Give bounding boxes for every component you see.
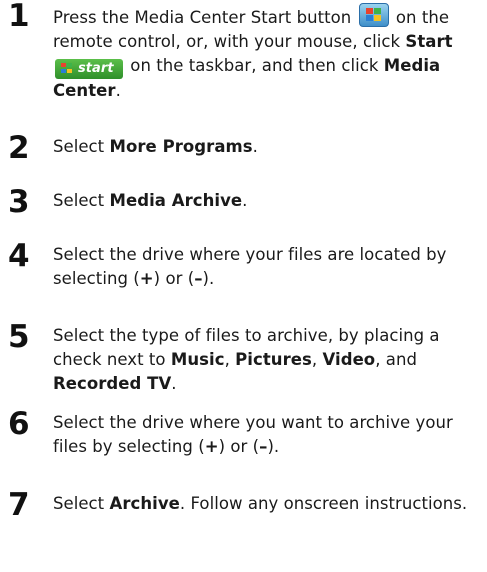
- flag-pane: [365, 8, 373, 14]
- flag-pane: [61, 69, 66, 73]
- step-text: Select Archive. Follow any onscreen inst…: [53, 492, 483, 516]
- bold-term: Pictures: [235, 350, 312, 369]
- step-number: 1: [8, 0, 30, 34]
- bold-term: Music: [170, 350, 225, 369]
- bold-term: Video: [322, 350, 376, 369]
- step-text: Select More Programs.: [53, 135, 483, 159]
- text-run: ).: [202, 269, 215, 288]
- bold-term: Recorded TV: [53, 374, 172, 393]
- text-run: Select: [53, 137, 110, 156]
- text-run: ).: [267, 437, 280, 456]
- step-number: 4: [8, 238, 30, 274]
- flag-pane: [365, 15, 373, 21]
- text-run: Press the Media Center Start button: [53, 8, 357, 27]
- bold-term: More Programs: [109, 137, 253, 156]
- text-run: .: [252, 137, 258, 156]
- bold-term: Archive: [109, 494, 180, 513]
- step-text: Select the type of files to archive, by …: [53, 324, 483, 396]
- bold-term: +: [204, 437, 219, 456]
- step-number: 7: [8, 487, 30, 523]
- step-text: Select the drive where you want to archi…: [53, 411, 483, 459]
- text-run: ,: [224, 350, 236, 369]
- start-button-icon: start: [55, 58, 123, 79]
- text-run: Select the drive where your files are lo…: [53, 245, 447, 288]
- text-run: Select: [53, 191, 110, 210]
- bold-term: –: [194, 269, 203, 288]
- flag-pane: [373, 8, 381, 14]
- step-number: 3: [8, 184, 30, 220]
- text-run: .: [242, 191, 248, 210]
- bold-term: Media Archive: [109, 191, 243, 210]
- step-text: Select Media Archive.: [53, 189, 483, 213]
- text-run: ) or (: [218, 437, 260, 456]
- text-run: Select: [53, 494, 110, 513]
- step-number: 2: [8, 130, 30, 166]
- flag-pane: [61, 63, 66, 67]
- flag-pane: [67, 63, 72, 67]
- text-run: ,: [311, 350, 323, 369]
- bold-term: Start: [405, 32, 453, 51]
- text-run: .: [171, 374, 177, 393]
- windows-logo-icon: [61, 63, 73, 74]
- bold-term: +: [139, 269, 154, 288]
- text-run: ) or (: [153, 269, 195, 288]
- step-text: Press the Media Center Start button on t…: [53, 3, 483, 103]
- text-run: .: [115, 80, 121, 100]
- text-run: on the taskbar, and then click: [125, 56, 384, 75]
- flag-pane: [67, 69, 72, 73]
- start-button-label: start: [78, 60, 114, 76]
- step-number: 5: [8, 319, 30, 355]
- step-number: 6: [8, 406, 30, 442]
- text-run: , and: [375, 350, 417, 369]
- step-text: Select the drive where your files are lo…: [53, 243, 483, 291]
- flag-pane: [373, 15, 381, 21]
- windows-flag-icon: [358, 3, 389, 27]
- text-run: . Follow any onscreen instructions.: [179, 494, 468, 513]
